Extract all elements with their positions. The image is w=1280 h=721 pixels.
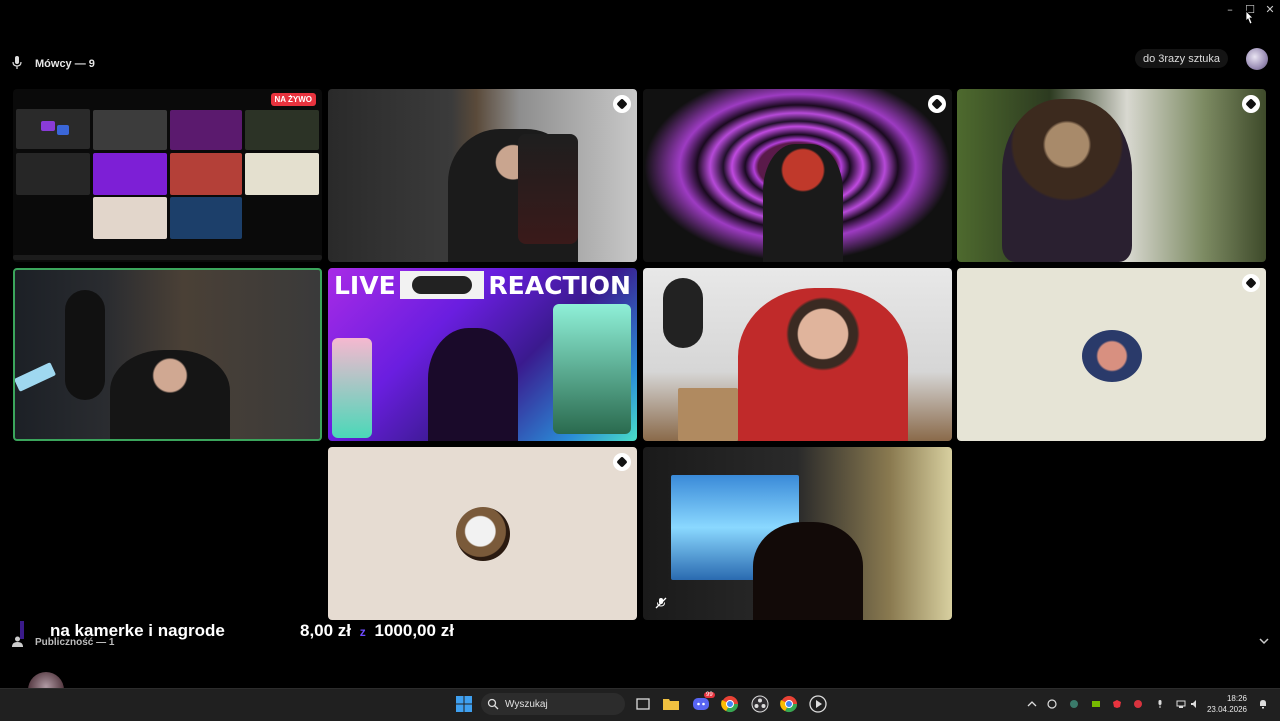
media-player-icon[interactable] (809, 695, 827, 713)
tray-app-icon[interactable] (1069, 699, 1079, 709)
participant-avatar-tile[interactable] (328, 447, 637, 620)
mini-tile (245, 153, 319, 195)
participant-video-tile[interactable] (643, 89, 952, 262)
mini-tile (170, 153, 242, 195)
search-icon (487, 698, 499, 710)
screen-share-tile[interactable]: NA ŻYWO (13, 89, 322, 262)
participant-figure (753, 522, 863, 620)
participant-video-tile-speaking[interactable] (13, 268, 322, 441)
participant-avatar-tile[interactable] (957, 268, 1266, 441)
discord-notification-badge: 99 (704, 692, 715, 698)
participant-figure (1002, 99, 1132, 262)
participant-video-tile[interactable] (957, 89, 1266, 262)
participant-figure (763, 144, 843, 262)
close-button[interactable]: ✕ (1260, 0, 1280, 18)
mini-tile (245, 110, 319, 150)
taskbar-clock[interactable]: 18:26 23.04.2026 (1207, 693, 1247, 715)
muted-mic-icon (655, 597, 667, 609)
donation-of: z (359, 625, 366, 639)
stream-badge-icon (1242, 95, 1260, 113)
server-avatar[interactable] (1246, 48, 1268, 70)
participant-video-tile[interactable] (328, 89, 637, 262)
obs-icon[interactable] (751, 695, 769, 713)
stream-badge-icon (613, 95, 631, 113)
shelf (678, 388, 738, 441)
donation-current-amount: 8,00 zł (300, 621, 352, 640)
sync-icon[interactable] (1047, 699, 1057, 709)
mini-tile (170, 197, 242, 239)
task-view-icon[interactable] (634, 695, 652, 713)
participant-figure (428, 328, 518, 441)
stream-badge-icon (613, 453, 631, 471)
shield-icon[interactable] (1112, 699, 1122, 709)
character-art (332, 338, 372, 438)
stream-badge-icon (928, 95, 946, 113)
mini-tile (93, 197, 167, 239)
mini-tile (170, 110, 242, 150)
microphone-arm (663, 278, 703, 348)
chrome-profile-icon[interactable] (780, 695, 798, 713)
reaction-title-text: REACTION (488, 270, 631, 300)
reaction-live-text: LIVE (334, 270, 396, 300)
gaming-chair (518, 134, 578, 244)
network-icon[interactable] (1176, 699, 1186, 709)
participant-video-tile[interactable] (643, 447, 952, 620)
character-art (553, 304, 631, 434)
screen-taskbar (13, 255, 322, 260)
windows-start-icon[interactable] (455, 695, 473, 713)
search-placeholder: Wyszukaj (505, 698, 548, 710)
led-light (15, 362, 57, 392)
volume-icon[interactable] (1190, 699, 1200, 709)
participant-avatar (456, 507, 510, 561)
clock-time: 18:26 (1226, 694, 1247, 703)
reaction-banner: LIVE REACTION (328, 268, 637, 302)
chevron-down-icon[interactable] (1258, 636, 1270, 646)
cursor-icon (1245, 10, 1254, 25)
server-name-pill[interactable]: do 3razy sztuka (1134, 49, 1228, 68)
mini-tile (93, 110, 167, 150)
donation-target-amount: 1000,00 zł (374, 621, 454, 640)
taskbar-search-box[interactable]: Wyszukaj (481, 693, 625, 715)
chrome-icon[interactable] (721, 695, 739, 713)
participant-figure (738, 288, 908, 441)
mini-tile (93, 153, 167, 195)
participant-video-tile[interactable] (643, 268, 952, 441)
clock-date: 23.04.2026 (1206, 705, 1247, 714)
file-explorer-icon[interactable] (662, 695, 680, 713)
notification-bell-icon[interactable] (1258, 699, 1268, 709)
speakers-count-label: Mówcy — 9 (35, 58, 95, 70)
stream-badge-icon (1242, 274, 1260, 292)
microphone-arm (65, 290, 105, 400)
donation-goal-amount: 8,00 zł z 1000,00 zł (300, 621, 454, 641)
microphone-tray-icon[interactable] (1155, 699, 1165, 709)
microphone-icon (12, 56, 22, 69)
minimize-button[interactable]: – (1220, 0, 1240, 18)
mini-tile (16, 153, 90, 195)
audience-count-label: Publiczność — 1 (35, 637, 115, 648)
participant-video-tile[interactable]: LIVE REACTION (328, 268, 637, 441)
audience-icon (12, 636, 23, 647)
reaction-logo (400, 271, 485, 299)
participant-figure (110, 350, 230, 439)
nvidia-icon[interactable] (1091, 699, 1101, 709)
participant-avatar (1082, 330, 1142, 382)
chevron-up-icon[interactable] (1027, 699, 1037, 709)
security-icon[interactable] (1133, 699, 1143, 709)
live-badge: NA ŻYWO (270, 93, 316, 106)
mini-tile (57, 125, 69, 135)
mini-tile (41, 121, 55, 131)
